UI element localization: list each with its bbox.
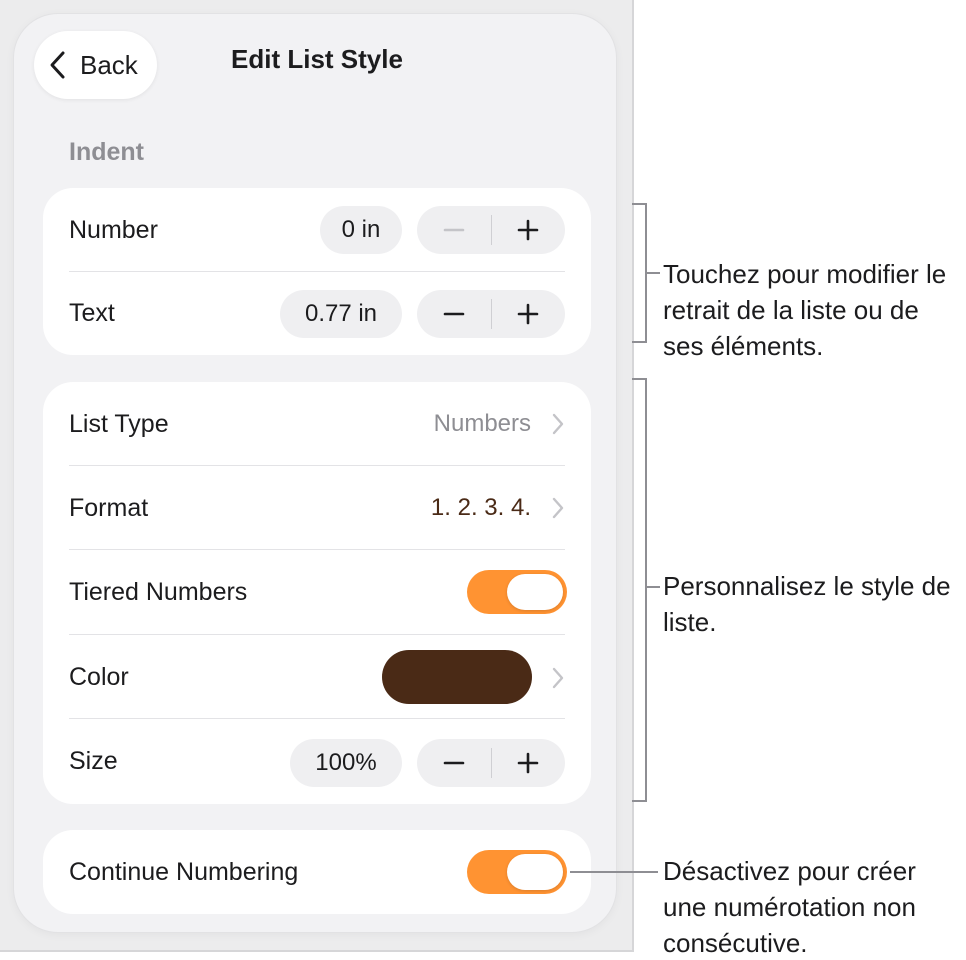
page-title: Edit List Style	[231, 44, 403, 74]
number-indent-decrease-button[interactable]	[417, 206, 491, 254]
style-bracket-bottom	[632, 800, 646, 802]
minus-icon	[443, 228, 465, 232]
size-decrease-button[interactable]	[417, 739, 491, 787]
list-style-card: List Type Numbers Format 1. 2. 3. 4. Tie…	[43, 382, 591, 804]
color-swatch[interactable]	[382, 650, 532, 704]
plus-icon	[517, 303, 539, 325]
continue-numbering-toggle[interactable]	[467, 850, 567, 894]
chevron-right-icon	[552, 413, 564, 435]
chevron-left-icon	[50, 51, 65, 79]
plus-icon	[517, 752, 539, 774]
back-label: Back	[80, 49, 138, 80]
text-indent-value[interactable]: 0.77 in	[280, 290, 402, 338]
number-indent-stepper	[417, 206, 565, 254]
format-value: 1. 2. 3. 4.	[430, 494, 531, 521]
indent-section-header: Indent	[69, 138, 144, 166]
number-indent-value[interactable]: 0 in	[320, 206, 402, 254]
plus-icon	[517, 219, 539, 241]
size-label: Size	[69, 747, 118, 775]
indent-bracket-top	[632, 203, 646, 205]
color-label: Color	[69, 662, 129, 691]
list-type-value: Numbers	[433, 410, 531, 437]
toggle-knob	[507, 574, 563, 610]
text-indent-decrease-button[interactable]	[417, 290, 491, 338]
style-bracket-top	[632, 378, 646, 380]
text-indent-stepper	[417, 290, 565, 338]
text-indent-increase-button[interactable]	[492, 290, 566, 338]
minus-icon	[443, 312, 465, 316]
chevron-right-icon	[552, 497, 564, 519]
indent-card: Number 0 in Text 0.77 in	[43, 188, 591, 355]
indent-callout-leader	[646, 272, 660, 274]
indent-callout-text: Touchez pour modifier le retrait de la l…	[663, 259, 947, 361]
list-type-label: List Type	[69, 409, 169, 438]
size-increase-button[interactable]	[492, 739, 566, 787]
tiered-numbers-label: Tiered Numbers	[69, 577, 248, 606]
chevron-right-icon	[552, 667, 564, 689]
indent-bracket-bottom	[632, 341, 646, 343]
size-value[interactable]: 100%	[290, 739, 402, 787]
style-callout-text: Personnalisez le style de liste.	[663, 571, 951, 637]
format-label: Format	[69, 493, 149, 522]
style-callout-leader	[646, 586, 660, 588]
tiered-numbers-toggle[interactable]	[467, 570, 567, 614]
back-button[interactable]: Back	[34, 31, 157, 99]
continue-numbering-card: Continue Numbering	[43, 830, 591, 914]
number-indent-label: Number	[69, 215, 158, 244]
toggle-knob	[507, 854, 563, 890]
minus-icon	[443, 761, 465, 765]
continue-callout-leader	[570, 871, 658, 873]
style-bracket-spine	[645, 378, 647, 802]
continue-callout-text: Désactivez pour créer une numérotation n…	[663, 856, 916, 958]
number-indent-increase-button[interactable]	[492, 206, 566, 254]
text-indent-label: Text	[69, 299, 115, 327]
continue-numbering-label: Continue Numbering	[69, 857, 299, 886]
size-stepper	[417, 739, 565, 787]
